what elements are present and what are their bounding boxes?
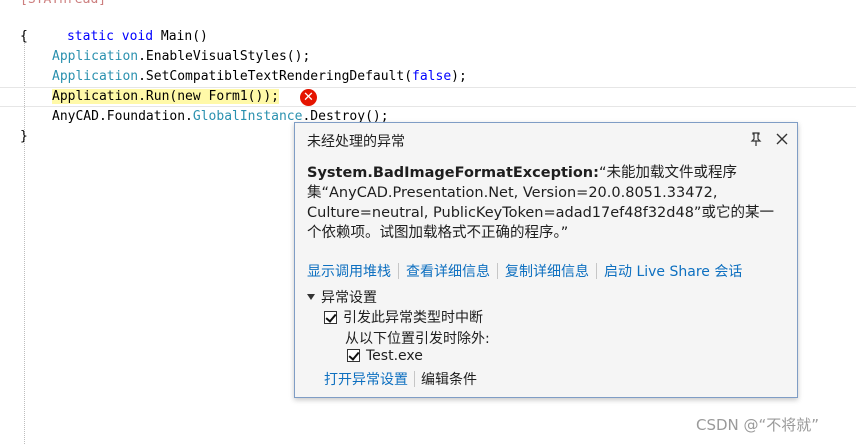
edit-conditions-link[interactable]: 编辑条件 xyxy=(421,372,477,388)
error-x-icon[interactable]: ✕ xyxy=(300,89,317,106)
exception-popup: 未经处理的异常 System.BadImageFormatException:“… xyxy=(294,122,798,398)
except-from-label: 从以下位置引发时除外: xyxy=(345,331,490,347)
close-icon[interactable] xyxy=(771,128,793,150)
open-exception-settings-link[interactable]: 打开异常设置 xyxy=(324,372,408,388)
exception-type: System.BadImageFormatException: xyxy=(307,165,599,181)
except-item[interactable]: Test.exe xyxy=(347,348,423,364)
live-share-link[interactable]: 启动 Live Share 会话 xyxy=(604,264,742,280)
code-line-main-signature: static void Main() xyxy=(66,29,208,44)
copy-details-link[interactable]: 复制详细信息 xyxy=(505,264,589,280)
exception-links: 显示调用堆栈 查看详细信息 复制详细信息 启动 Live Share 会话 xyxy=(307,261,742,281)
popup-title: 未经处理的异常 xyxy=(307,133,405,149)
code-line-enable-visual-styles: Application.EnableVisualStyles(); xyxy=(52,49,311,64)
break-on-exception-option[interactable]: 引发此异常类型时中断 xyxy=(324,307,483,327)
exception-message: System.BadImageFormatException:“未能加载文件或程… xyxy=(307,163,785,243)
exception-settings-header[interactable]: 异常设置 xyxy=(307,287,377,307)
code-line-set-compatible: Application.SetCompatibleTextRenderingDe… xyxy=(52,69,467,84)
break-checkbox[interactable] xyxy=(324,311,337,324)
view-details-link[interactable]: 查看详细信息 xyxy=(406,264,490,280)
code-line-application-run: Application.Run(new Form1()); xyxy=(52,89,279,104)
code-line-open-brace: { xyxy=(20,29,28,44)
pin-icon[interactable] xyxy=(745,128,767,150)
settings-links: 打开异常设置 编辑条件 xyxy=(324,369,477,389)
code-line-close-brace: } xyxy=(20,129,28,144)
collapse-triangle-icon[interactable] xyxy=(307,294,315,300)
show-call-stack-link[interactable]: 显示调用堆栈 xyxy=(307,264,391,280)
watermark: CSDN @“不将就” xyxy=(696,416,820,434)
except-item-checkbox[interactable] xyxy=(347,349,360,362)
